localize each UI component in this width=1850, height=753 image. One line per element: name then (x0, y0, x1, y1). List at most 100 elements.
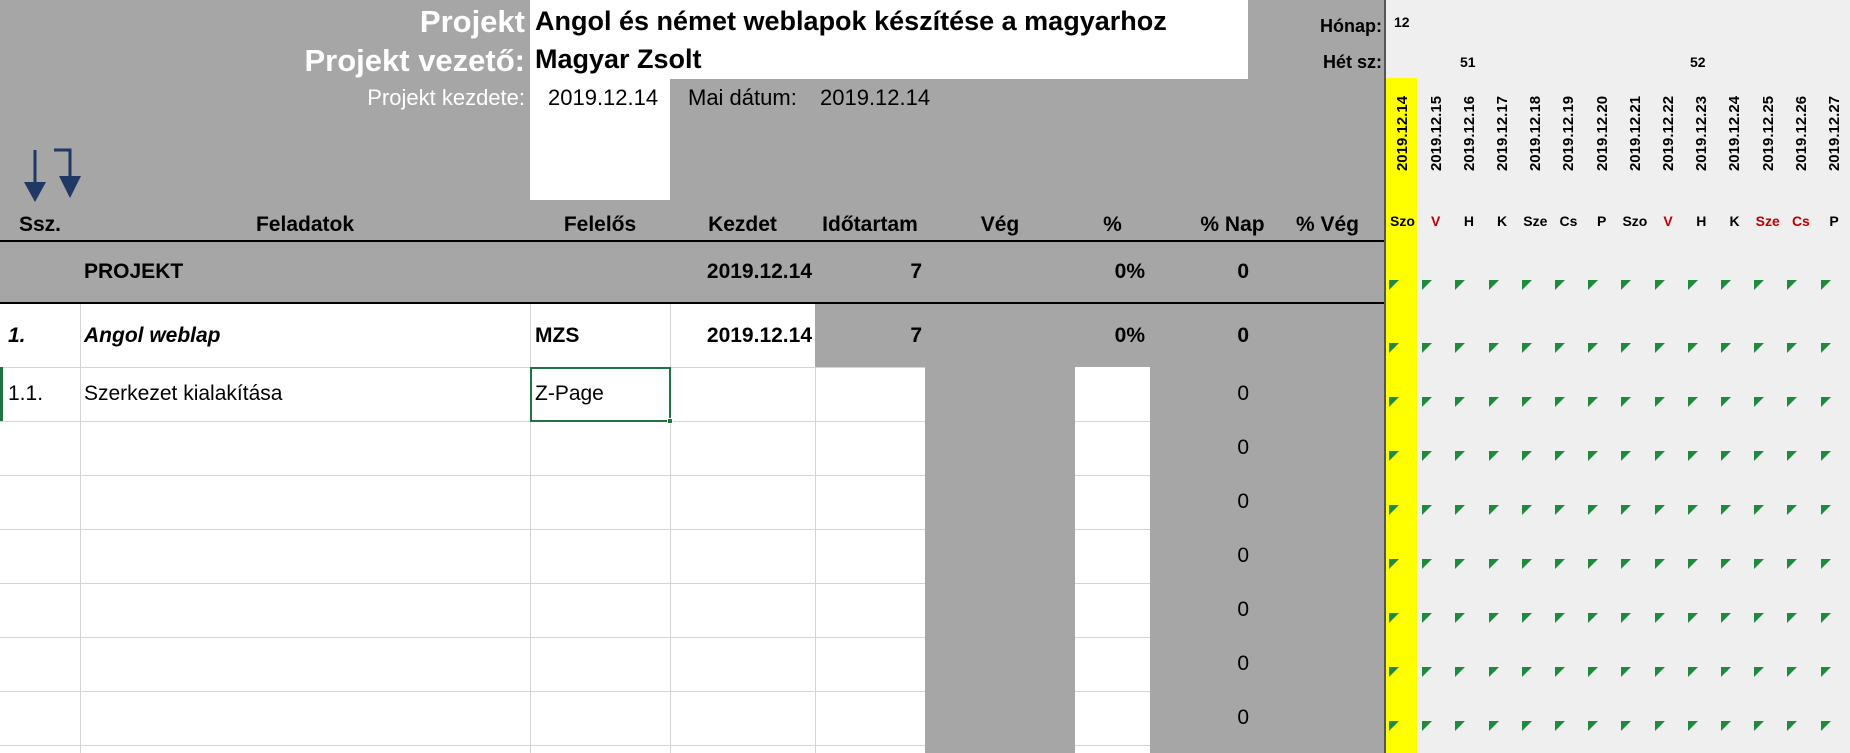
calendar-day-header: Sze (1523, 213, 1548, 229)
gantt-cell-marker (1488, 559, 1499, 569)
gantt-cell-marker (1820, 667, 1831, 677)
gantt-cell-marker (1754, 667, 1765, 677)
grid-h (1075, 421, 1150, 422)
gantt-cell-marker (1488, 721, 1499, 731)
gantt-cell-marker (1521, 280, 1532, 290)
calendar-date-header: 2019.12.20 (1587, 80, 1617, 186)
calendar-day-header: K (1497, 213, 1508, 229)
gantt-cell-marker (1521, 397, 1532, 407)
gantt-cell-marker (1455, 667, 1466, 677)
calendar-date-text: 2019.12.21 (1626, 95, 1644, 171)
gantt-cell-marker (1721, 451, 1731, 461)
gantt-cell-marker (1621, 451, 1632, 461)
gantt-cell-marker (1754, 451, 1765, 461)
gantt-cell-marker (1820, 397, 1831, 407)
project-row-pct-day: 0 (1237, 260, 1249, 283)
month-label: Hónap: (1320, 16, 1382, 36)
task11-owner[interactable]: Z-Page (535, 367, 604, 421)
col-header-start: Kezdet (708, 213, 777, 236)
week-number: 52 (1690, 54, 1706, 70)
calendar-day-header: H (1463, 213, 1474, 229)
grid-h (0, 583, 925, 584)
gantt-cell-marker (1488, 280, 1499, 290)
gantt-cell-marker (1455, 721, 1466, 731)
gantt-cell-marker (1422, 343, 1433, 353)
today-value: 2019.12.14 (820, 85, 931, 110)
gantt-cell-marker (1687, 613, 1698, 623)
gantt-cell-marker (1555, 280, 1565, 290)
gantt-cell-marker (1820, 721, 1831, 731)
gantt-cell-marker (1654, 280, 1665, 290)
calendar-date-text: 2019.12.27 (1826, 95, 1844, 171)
sort-step-arrow-icon[interactable] (52, 148, 82, 204)
gantt-cell-marker (1422, 397, 1433, 407)
row-indicator (0, 367, 3, 421)
empty-row-pct-day: 0 (1237, 706, 1249, 729)
gantt-cell-marker (1654, 451, 1665, 461)
gantt-cell-marker (1820, 343, 1831, 353)
gantt-cell-marker (1422, 613, 1433, 623)
grid-h (1075, 583, 1150, 584)
sort-down-arrow-icon[interactable] (22, 148, 48, 204)
empty-row-pct-day: 0 (1237, 544, 1249, 567)
gantt-cell-marker (1654, 613, 1665, 623)
today-label: Mai dátum: (688, 85, 797, 110)
calendar-date-header: 2019.12.15 (1421, 80, 1451, 186)
calendar-date-header: 2019.12.26 (1786, 80, 1816, 186)
task1-ssz: 1. (8, 323, 26, 347)
gantt-cell-marker (1687, 667, 1698, 677)
calendar-date-text: 2019.12.23 (1693, 95, 1711, 171)
gantt-cell-marker (1787, 613, 1798, 623)
grid-h (0, 529, 925, 530)
task1-start[interactable]: 2019.12.14 (670, 304, 812, 367)
gantt-cell-marker (1621, 667, 1632, 677)
task1-owner[interactable]: MZS (535, 304, 579, 367)
gantt-cell-marker (1787, 343, 1798, 353)
task1-name[interactable]: Angol weblap (84, 304, 221, 367)
calendar-day-header: K (1729, 213, 1740, 229)
gantt-cell-marker (1721, 397, 1731, 407)
col-header-end: Vég (980, 213, 1020, 236)
calendar-day-header: H (1696, 213, 1707, 229)
gantt-cell-marker (1687, 343, 1698, 353)
gantt-cell-marker (1721, 505, 1731, 515)
calendar-date-text: 2019.12.22 (1660, 95, 1678, 171)
gantt-cell-marker (1455, 559, 1466, 569)
task11-pct-day: 0 (1237, 382, 1249, 405)
gantt-cell-marker (1687, 280, 1698, 290)
grid-h (0, 745, 925, 746)
gantt-cell-marker (1389, 613, 1399, 623)
calendar-date-text: 2019.12.24 (1726, 95, 1744, 171)
task1-duration[interactable]: 7 (815, 304, 922, 367)
gantt-cell-marker (1787, 505, 1798, 515)
task11-ssz: 1.1. (8, 382, 44, 405)
gantt-cell-marker (1588, 667, 1599, 677)
gantt-cell-marker (1687, 397, 1698, 407)
gantt-cell-marker (1621, 559, 1632, 569)
grid-h (1075, 475, 1150, 476)
grid-h (0, 637, 925, 638)
gantt-cell-marker (1455, 397, 1466, 407)
col-header-ssz: Ssz. (18, 213, 62, 236)
gantt-cell-marker (1389, 559, 1399, 569)
gantt-cell-marker (1389, 343, 1399, 353)
fill-handle[interactable] (667, 418, 673, 424)
gantt-cell-marker (1654, 559, 1665, 569)
gantt-cell-marker (1687, 559, 1698, 569)
gantt-cell-marker (1588, 559, 1599, 569)
grid-h (0, 421, 925, 422)
gantt-cell-marker (1721, 559, 1731, 569)
task11-name[interactable]: Szerkezet kialakítása (84, 367, 282, 421)
gantt-cell-marker (1787, 559, 1798, 569)
calendar-date-header: 2019.12.18 (1521, 80, 1551, 186)
calendar-date-text: 2019.12.18 (1527, 95, 1545, 171)
gantt-cell-marker (1687, 505, 1698, 515)
gantt-cell-marker (1754, 280, 1765, 290)
gantt-cell-marker (1787, 280, 1798, 290)
project-label: Projekt (419, 4, 525, 39)
gantt-cell-marker (1389, 667, 1399, 677)
gantt-cell-marker (1654, 505, 1665, 515)
gantt-cell-marker (1621, 280, 1632, 290)
gantt-cell-marker (1721, 343, 1731, 353)
calendar-day-header: Szo (1622, 213, 1648, 229)
